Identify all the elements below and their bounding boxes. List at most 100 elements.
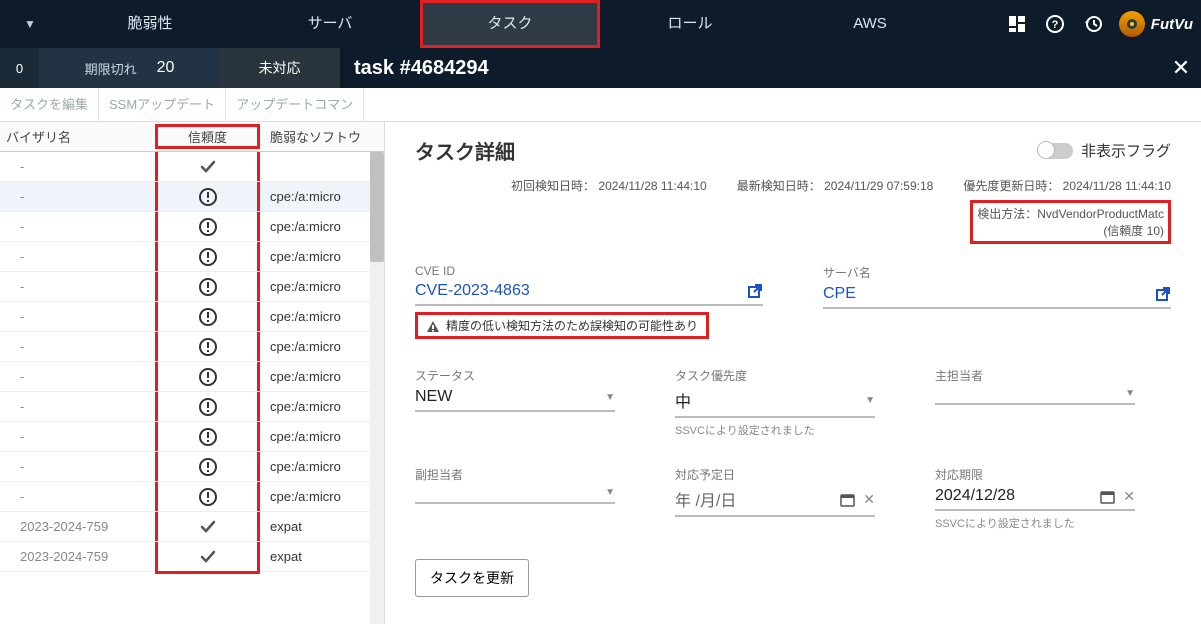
chevron-down-icon: ▼ — [865, 395, 875, 406]
table-row[interactable]: 2023-2024-759expat — [0, 512, 384, 542]
cve-link[interactable]: CVE-2023-4863 — [415, 282, 763, 306]
scrollbar-thumb[interactable] — [370, 152, 384, 262]
table-row[interactable]: - cpe:/a:micro — [0, 212, 384, 242]
detection-method: 検出方法：NvdVendorProductMatc (信頼度 10) — [970, 200, 1171, 244]
warning-icon — [198, 486, 218, 507]
col-software[interactable]: 脆弱なソフトウ — [260, 127, 384, 146]
advisory-cell: - — [0, 219, 155, 234]
owner-label: 主担当者 — [935, 367, 1135, 384]
help-icon[interactable]: ? — [1043, 12, 1067, 36]
advisory-cell: - — [0, 189, 155, 204]
software-cell: cpe:/a:micro — [260, 369, 384, 384]
advisory-cell: - — [0, 249, 155, 264]
cve-label: CVE ID — [415, 264, 763, 278]
table-row[interactable]: - cpe:/a:micro — [0, 362, 384, 392]
close-icon[interactable]: ✕ — [1161, 48, 1201, 88]
software-cell: cpe:/a:micro — [260, 249, 384, 264]
nav-caret-icon[interactable]: ▼ — [0, 17, 60, 31]
priority-select[interactable]: 中 ▼ — [675, 388, 875, 418]
brand-text: FutVu — [1151, 16, 1193, 33]
clear-date-icon[interactable]: ✕ — [863, 491, 875, 508]
confidence-cell — [155, 362, 260, 391]
advisory-cell: - — [0, 429, 155, 444]
software-cell: cpe:/a:micro — [260, 429, 384, 444]
status-select[interactable]: NEW ▼ — [415, 388, 615, 412]
warning-icon — [198, 246, 218, 267]
table-row[interactable]: - cpe:/a:micro — [0, 482, 384, 512]
confidence-cell — [155, 332, 260, 361]
server-link[interactable]: CPE — [823, 285, 1171, 309]
task-detail: タスク詳細 非表示フラグ 初回検知日時： 2024/11/28 11:44:10… — [385, 122, 1201, 624]
table-row[interactable]: - cpe:/a:micro — [0, 242, 384, 272]
table-row[interactable]: -cpe:/a:micro — [0, 452, 384, 482]
confidence-cell — [155, 422, 260, 451]
confidence-cell — [155, 482, 260, 511]
table-row[interactable]: -cpe:/a:micro — [0, 392, 384, 422]
calendar-icon[interactable] — [840, 491, 855, 508]
low-precision-warning: 精度の低い検知方法のため誤検知の可能性あり — [415, 312, 709, 339]
owner-select[interactable]: ▼ — [935, 388, 1135, 405]
warning-icon — [198, 456, 218, 477]
software-cell: cpe:/a:micro — [260, 459, 384, 474]
nav-role[interactable]: ロール — [600, 0, 780, 48]
subbar-expired[interactable]: 期限切れ 20 — [40, 48, 220, 88]
update-task-button[interactable]: タスクを更新 — [415, 559, 529, 597]
table-row[interactable]: -cpe:/a:micro — [0, 182, 384, 212]
detail-title: タスク詳細 — [415, 136, 515, 165]
clear-date-icon[interactable]: ✕ — [1123, 488, 1135, 505]
history-icon[interactable] — [1081, 12, 1105, 36]
table-row[interactable]: -cpe:/a:micro — [0, 272, 384, 302]
software-cell: cpe:/a:micro — [260, 399, 384, 414]
action-row: タスクを編集 SSMアップデート アップデートコマン — [0, 88, 1201, 122]
subbar-unhandled[interactable]: 未対応 — [220, 48, 340, 88]
task-table: バイザリ名 信頼度 脆弱なソフトウ - - cpe:/a:micro - cpe:/a:… — [0, 122, 385, 624]
launch-icon[interactable] — [1155, 285, 1171, 303]
ssm-update-button[interactable]: SSMアップデート — [99, 88, 226, 122]
software-cell: cpe:/a:micro — [260, 489, 384, 504]
subowner-select[interactable]: ▼ — [415, 487, 615, 504]
update-command-button[interactable]: アップデートコマン — [226, 88, 364, 122]
advisory-cell: - — [0, 159, 155, 174]
warning-icon — [198, 426, 218, 447]
advisory-cell: - — [0, 369, 155, 384]
subbar-count-zero[interactable]: 0 — [0, 48, 40, 88]
col-advisory[interactable]: バイザリ名 — [0, 127, 155, 146]
software-cell: cpe:/a:micro — [260, 219, 384, 234]
check-icon — [198, 546, 218, 567]
toggle-icon[interactable] — [1039, 143, 1073, 159]
calendar-icon[interactable] — [1100, 488, 1115, 505]
table-row[interactable]: -cpe:/a:micro — [0, 302, 384, 332]
nav-task[interactable]: タスク — [420, 0, 600, 48]
table-row[interactable]: 2023-2024-759expat — [0, 542, 384, 572]
brand: FutVu — [1119, 11, 1193, 37]
task-title: task #4684294 — [340, 48, 1161, 88]
advisory-cell: - — [0, 279, 155, 294]
svg-text:?: ? — [1051, 19, 1058, 31]
table-row[interactable]: - — [0, 152, 384, 182]
hide-flag-toggle[interactable]: 非表示フラグ — [1039, 140, 1171, 161]
warning-icon — [198, 216, 218, 237]
brand-logo-icon — [1119, 11, 1145, 37]
confidence-cell — [155, 512, 260, 541]
edit-task-button[interactable]: タスクを編集 — [0, 88, 99, 122]
nav-aws[interactable]: AWS — [780, 0, 960, 48]
table-row[interactable]: -cpe:/a:micro — [0, 332, 384, 362]
confidence-cell — [155, 542, 260, 571]
server-label: サーバ名 — [823, 264, 1171, 281]
top-nav: ▼ 脆弱性 サーバ タスク ロール AWS ? FutVu — [0, 0, 1201, 48]
software-cell: cpe:/a:micro — [260, 309, 384, 324]
planned-label: 対応予定日 — [675, 466, 875, 483]
advisory-cell: - — [0, 489, 155, 504]
col-confidence[interactable]: 信頼度 — [155, 124, 260, 149]
launch-icon[interactable] — [747, 282, 763, 300]
priority-label: タスク優先度 — [675, 367, 875, 384]
software-cell: cpe:/a:micro — [260, 339, 384, 354]
deadline-label: 対応期限 — [935, 466, 1135, 483]
nav-vuln[interactable]: 脆弱性 — [60, 0, 240, 48]
planned-date-input[interactable]: 年 /月/日 ✕ — [675, 487, 875, 517]
deadline-date-input[interactable]: 2024/12/28 ✕ — [935, 487, 1135, 511]
dashboard-icon[interactable] — [1005, 12, 1029, 36]
nav-server[interactable]: サーバ — [240, 0, 420, 48]
warning-icon — [426, 317, 440, 333]
table-row[interactable]: - cpe:/a:micro — [0, 422, 384, 452]
